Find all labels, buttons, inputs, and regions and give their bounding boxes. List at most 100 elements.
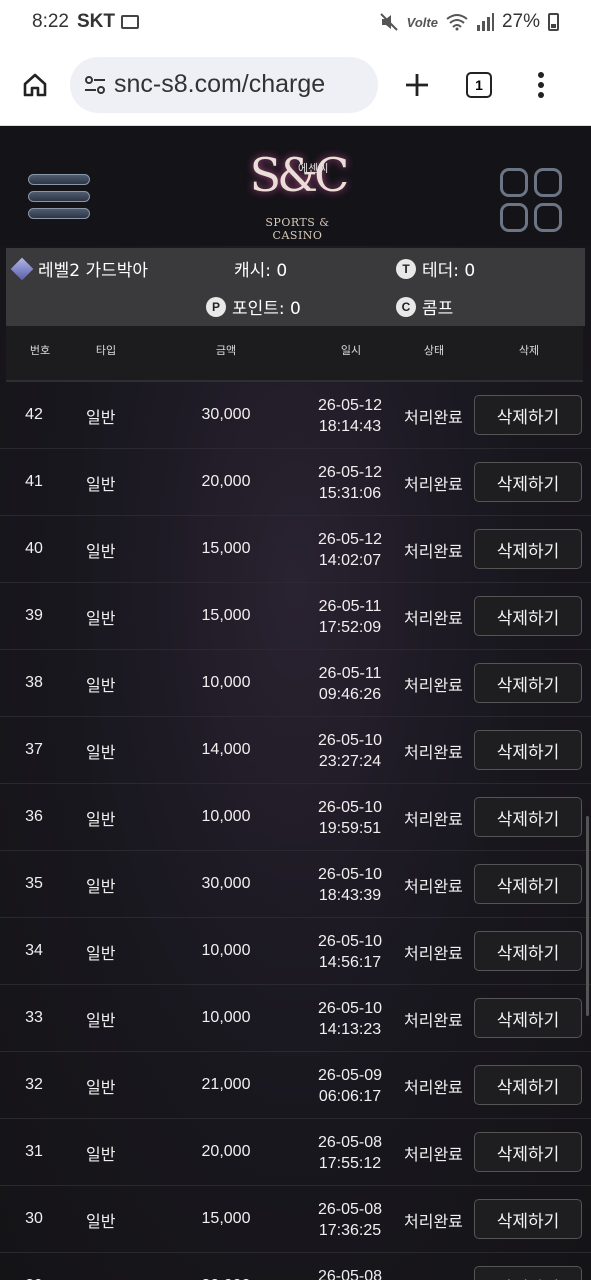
row-status: 처리완료 xyxy=(404,676,463,695)
row-time: 17:52:09 xyxy=(318,619,382,636)
table-row: 32 일반 21,000 26-05-09 06:06:17 처리완료 삭제하기 xyxy=(0,1052,591,1119)
row-time: 15:31:06 xyxy=(318,485,382,502)
scrollbar[interactable] xyxy=(586,816,589,1016)
row-type: 일반 xyxy=(86,542,116,561)
delete-button[interactable]: 삭제하기 xyxy=(474,998,582,1038)
new-tab-button[interactable] xyxy=(386,44,448,126)
delete-button[interactable]: 삭제하기 xyxy=(474,395,582,435)
row-status: 처리완료 xyxy=(404,1011,463,1030)
row-amount: 30,000 xyxy=(201,406,251,423)
logo-subtitle: SPORTS & CASINO xyxy=(265,216,330,242)
delete-button[interactable]: 삭제하기 xyxy=(474,931,582,971)
browser-toolbar: snc-s8.com/charge 1 xyxy=(0,44,591,126)
charge-history-list: 42 일반 30,000 26-05-12 18:14:43 처리완료 삭제하기 41 일반 20… xyxy=(0,382,591,1280)
row-status: 처리완료 xyxy=(404,810,463,829)
delete-button[interactable]: 삭제하기 xyxy=(474,596,582,636)
row-status: 처리완료 xyxy=(404,542,463,561)
row-status: 처리완료 xyxy=(404,743,463,762)
grid-cell xyxy=(534,203,562,232)
delete-button[interactable]: 삭제하기 xyxy=(474,730,582,770)
user-info-bar: 레벨2 가드박아 캐시: 0 T 테더: 0 P 포인트: 0 C 콤프 xyxy=(6,248,585,326)
table-row: 41 일반 20,000 26-05-12 15:31:06 처리완료 삭제하기 xyxy=(0,449,591,516)
point-info: P 포인트: 0 xyxy=(206,294,301,319)
table-row: 39 일반 15,000 26-05-11 17:52:09 처리완료 삭제하기 xyxy=(0,583,591,650)
header-amount: 금액 xyxy=(215,344,237,357)
delete-button[interactable]: 삭제하기 xyxy=(474,1065,582,1105)
row-time: 09:46:26 xyxy=(318,686,382,703)
tether-icon: T xyxy=(396,258,416,279)
row-datetime: 26-05-12 15:31:06 xyxy=(310,462,390,504)
row-date: 26-05-08 xyxy=(317,1268,383,1280)
more-vert-icon xyxy=(538,71,544,98)
point-icon: P xyxy=(206,296,226,317)
delete-button[interactable]: 삭제하기 xyxy=(474,1266,582,1280)
row-date: 26-05-12 xyxy=(317,397,383,414)
row-number: 30 xyxy=(25,1210,43,1227)
row-number: 32 xyxy=(25,1076,43,1093)
row-number: 35 xyxy=(25,875,43,892)
row-number: 38 xyxy=(25,674,43,691)
row-amount: 20,000 xyxy=(201,1143,251,1160)
table-row: 37 일반 14,000 26-05-10 23:27:24 처리완료 삭제하기 xyxy=(0,717,591,784)
hamburger-menu-button[interactable] xyxy=(28,174,90,226)
battery-percent: 27% xyxy=(501,11,540,32)
plus-icon xyxy=(406,73,428,96)
table-row: 31 일반 20,000 26-05-08 17:55:12 처리완료 삭제하기 xyxy=(0,1119,591,1186)
row-number: 33 xyxy=(25,1009,43,1026)
row-status: 처리완료 xyxy=(404,408,463,427)
table-row: 40 일반 15,000 26-05-12 14:02:07 처리완료 삭제하기 xyxy=(0,516,591,583)
row-status: 처리완료 xyxy=(404,877,463,896)
delete-button[interactable]: 삭제하기 xyxy=(474,797,582,837)
delete-button[interactable]: 삭제하기 xyxy=(474,529,582,569)
tab-switcher-button[interactable]: 1 xyxy=(448,44,510,126)
header-status: 상태 xyxy=(423,344,445,357)
grid-cell xyxy=(500,203,528,232)
row-type: 일반 xyxy=(86,1212,116,1231)
site-logo[interactable]: S&C 에센씨 SPORTS & CASINO xyxy=(240,140,355,242)
row-datetime: 26-05-08 17:36:25 xyxy=(310,1199,390,1241)
row-amount: 20,000 xyxy=(201,473,251,490)
browser-menu-button[interactable] xyxy=(510,44,572,126)
address-bar[interactable]: snc-s8.com/charge xyxy=(70,56,378,113)
grid-cell xyxy=(500,168,528,197)
row-amount: 10,000 xyxy=(201,942,251,959)
row-time: 14:56:17 xyxy=(318,954,382,971)
mute-icon xyxy=(379,13,398,31)
row-status: 처리완료 xyxy=(404,475,463,494)
row-date: 26-05-10 xyxy=(317,866,383,883)
table-row: 33 일반 10,000 26-05-10 14:13:23 처리완료 삭제하기 xyxy=(0,985,591,1052)
comp-info[interactable]: C 콤프 xyxy=(396,294,453,319)
site-settings-icon[interactable] xyxy=(84,75,106,95)
row-number: 41 xyxy=(25,473,43,490)
row-status: 처리완료 xyxy=(404,1212,463,1231)
table-row: 30 일반 15,000 26-05-08 17:36:25 처리완료 삭제하기 xyxy=(0,1186,591,1253)
carrier: SKT xyxy=(76,11,115,32)
grid-menu-button[interactable] xyxy=(500,168,564,232)
delete-button[interactable]: 삭제하기 xyxy=(474,864,582,904)
delete-button[interactable]: 삭제하기 xyxy=(474,1199,582,1239)
delete-button[interactable]: 삭제하기 xyxy=(474,462,582,502)
row-date: 26-05-12 xyxy=(317,531,383,548)
home-button[interactable] xyxy=(0,44,70,126)
row-amount: 15,000 xyxy=(201,1210,251,1227)
page-content: S&C 에센씨 SPORTS & CASINO 레벨2 가드박아 캐시: 0 T… xyxy=(0,126,591,1280)
delete-button[interactable]: 삭제하기 xyxy=(474,663,582,703)
row-amount: 21,000 xyxy=(201,1076,251,1093)
row-datetime: 26-05-10 23:27:24 xyxy=(310,730,390,772)
row-date: 26-05-10 xyxy=(317,732,383,749)
row-number: 36 xyxy=(25,808,43,825)
row-type: 일반 xyxy=(86,475,116,494)
row-type: 일반 xyxy=(86,408,116,427)
hamburger-bar xyxy=(28,208,90,219)
comp-icon: C xyxy=(396,296,416,317)
url-text[interactable]: snc-s8.com/charge xyxy=(114,70,325,99)
wifi-icon xyxy=(446,14,468,31)
row-datetime: 26-05-08 17:55:12 xyxy=(310,1132,390,1174)
hamburger-bar xyxy=(28,191,90,202)
comp-text: 콤프 xyxy=(422,299,454,319)
delete-button[interactable]: 삭제하기 xyxy=(474,1132,582,1172)
volte-icon: Volte xyxy=(406,14,438,30)
battery-icon xyxy=(548,13,559,31)
row-datetime: 26-05-10 18:43:39 xyxy=(310,864,390,906)
row-time: 19:59:51 xyxy=(318,820,382,837)
